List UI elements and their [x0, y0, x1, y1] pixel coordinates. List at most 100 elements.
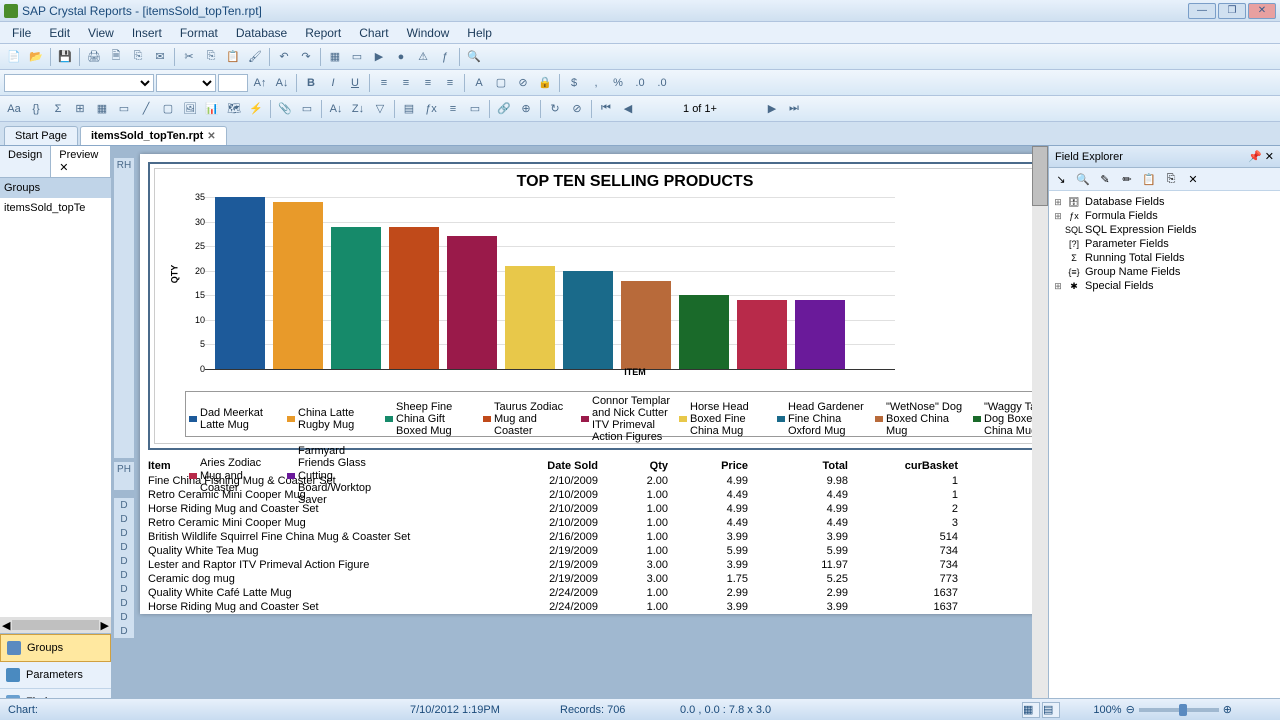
close-button[interactable]: ✕	[1248, 3, 1276, 19]
menu-view[interactable]: View	[80, 24, 122, 42]
insert-special-icon[interactable]: ⊕	[516, 99, 536, 119]
insert-hyperlink-icon[interactable]: 🔗	[494, 99, 514, 119]
font-selector[interactable]	[156, 74, 216, 92]
currency-icon[interactable]: $	[564, 73, 584, 93]
map-icon[interactable]: 🗺	[224, 99, 244, 119]
olap-grid-icon[interactable]: ▦	[92, 99, 112, 119]
redo-icon[interactable]: ↷	[296, 47, 316, 67]
chart-icon[interactable]: 📊	[202, 99, 222, 119]
stop-icon[interactable]: ●	[391, 47, 411, 67]
thousands-icon[interactable]: ,	[586, 73, 606, 93]
field-tree-item[interactable]: ΣRunning Total Fields	[1053, 251, 1276, 265]
vertical-scrollbar[interactable]	[1032, 146, 1048, 716]
align-center-icon[interactable]: ≡	[396, 73, 416, 93]
chart-object[interactable]: TOP TEN SELLING PRODUCTS QTY 05101520253…	[148, 162, 1048, 450]
groups-tree[interactable]: itemsSold_topTe	[0, 198, 111, 617]
font-color-icon[interactable]: A	[469, 73, 489, 93]
save-icon[interactable]: 💾	[55, 47, 75, 67]
subtab-preview[interactable]: Preview ✕	[51, 146, 111, 177]
decrease-font-icon[interactable]: A↓	[272, 73, 292, 93]
tree-root-item[interactable]: itemsSold_topTe	[4, 202, 107, 214]
formula-workshop-icon[interactable]: ƒx	[421, 99, 441, 119]
menu-window[interactable]: Window	[399, 24, 458, 42]
format-painter-icon[interactable]: 🖌	[245, 47, 265, 67]
highlight-icon[interactable]: ≡	[443, 99, 463, 119]
field-tree-item[interactable]: ⊞🗄Database Fields	[1053, 195, 1276, 209]
edit-field-icon[interactable]: ✏	[1117, 170, 1137, 188]
border-icon[interactable]: ▢	[491, 73, 511, 93]
panel-btn-groups[interactable]: Groups	[0, 634, 111, 662]
print-preview-icon[interactable]: 🗎	[106, 47, 126, 67]
delete-field-icon[interactable]: ✕	[1183, 170, 1203, 188]
new-field-icon[interactable]: ✎	[1095, 170, 1115, 188]
menu-format[interactable]: Format	[172, 24, 226, 42]
group-icon[interactable]: {}	[26, 99, 46, 119]
close-preview-icon[interactable]: ✕	[59, 162, 68, 174]
print-icon[interactable]: 🖨	[84, 47, 104, 67]
insert-section-icon[interactable]: ▭	[347, 47, 367, 67]
zoom-slider[interactable]	[1139, 708, 1219, 712]
copy-icon[interactable]: ⎘	[201, 47, 221, 67]
nav-first-icon[interactable]: ⏮	[596, 99, 616, 119]
insert-2-icon[interactable]: ▭	[297, 99, 317, 119]
formula-icon[interactable]: ƒ	[435, 47, 455, 67]
scroll-right-icon[interactable]: ▶	[101, 619, 109, 632]
summary-icon[interactable]: Σ	[48, 99, 68, 119]
crosstab-icon[interactable]: ⊞	[70, 99, 90, 119]
bold-icon[interactable]: B	[301, 73, 321, 93]
alert-icon[interactable]: ⚠	[413, 47, 433, 67]
increase-decimals-icon[interactable]: .0	[630, 73, 650, 93]
menu-insert[interactable]: Insert	[124, 24, 170, 42]
minimize-button[interactable]: —	[1188, 3, 1216, 19]
view-mode-1-icon[interactable]: ▦	[1022, 702, 1040, 718]
insert-to-report-icon[interactable]: ↘	[1051, 170, 1071, 188]
field-tree-item[interactable]: [?]Parameter Fields	[1053, 237, 1276, 251]
stop-load-icon[interactable]: ⊘	[567, 99, 587, 119]
text-object-icon[interactable]: Aa	[4, 99, 24, 119]
scroll-thumb[interactable]	[1032, 146, 1048, 206]
align-right-icon[interactable]: ≡	[418, 73, 438, 93]
zoom-out-icon[interactable]: ⊖	[1126, 703, 1135, 716]
field-tree-item[interactable]: ⊞✱Special Fields	[1053, 279, 1276, 293]
nav-next-icon[interactable]: ▶	[762, 99, 782, 119]
export-icon[interactable]: ⎘	[128, 47, 148, 67]
find-icon[interactable]: 🔍	[464, 47, 484, 67]
view-mode-2-icon[interactable]: ▤	[1042, 702, 1060, 718]
menu-edit[interactable]: Edit	[41, 24, 78, 42]
refresh-data-icon[interactable]: ↻	[545, 99, 565, 119]
maximize-button[interactable]: ❐	[1218, 3, 1246, 19]
menu-file[interactable]: File	[4, 24, 39, 42]
duplicate-icon[interactable]: ⎘	[1161, 170, 1181, 188]
open-icon[interactable]: 📂	[26, 47, 46, 67]
align-justify-icon[interactable]: ≡	[440, 73, 460, 93]
horizontal-scrollbar[interactable]	[12, 620, 98, 630]
filter-icon[interactable]: ▽	[370, 99, 390, 119]
line-icon[interactable]: ╱	[136, 99, 156, 119]
picture-icon[interactable]: 🖼	[180, 99, 200, 119]
field-tree[interactable]: ⊞🗄Database Fields⊞ƒxFormula FieldsSQLSQL…	[1049, 191, 1280, 716]
subtab-design[interactable]: Design	[0, 146, 51, 177]
suppress-icon[interactable]: ⊘	[513, 73, 533, 93]
rename-icon[interactable]: 📋	[1139, 170, 1159, 188]
font-size-input[interactable]	[218, 74, 248, 92]
sort-desc-icon[interactable]: Z↓	[348, 99, 368, 119]
menu-database[interactable]: Database	[228, 24, 295, 42]
italic-icon[interactable]: I	[323, 73, 343, 93]
tab-document[interactable]: itemsSold_topTen.rpt✕	[80, 126, 227, 145]
object-selector[interactable]	[4, 74, 154, 92]
paste-icon[interactable]: 📋	[223, 47, 243, 67]
insert-field-icon[interactable]: 📎	[275, 99, 295, 119]
field-tree-item[interactable]: SQLSQL Expression Fields	[1053, 223, 1276, 237]
decrease-decimals-icon[interactable]: .0	[652, 73, 672, 93]
tab-start-page[interactable]: Start Page	[4, 126, 78, 145]
send-icon[interactable]: ✉	[150, 47, 170, 67]
subreport-icon[interactable]: ▭	[114, 99, 134, 119]
increase-font-icon[interactable]: A↑	[250, 73, 270, 93]
section-expert-icon[interactable]: ▭	[465, 99, 485, 119]
field-tree-item[interactable]: {≡}Group Name Fields	[1053, 265, 1276, 279]
cut-icon[interactable]: ✂	[179, 47, 199, 67]
nav-prev-icon[interactable]: ◀	[618, 99, 638, 119]
panel-btn-parameters[interactable]: Parameters	[0, 662, 111, 689]
select-expert-icon[interactable]: ▤	[399, 99, 419, 119]
group-panel-icon[interactable]: ▦	[325, 47, 345, 67]
